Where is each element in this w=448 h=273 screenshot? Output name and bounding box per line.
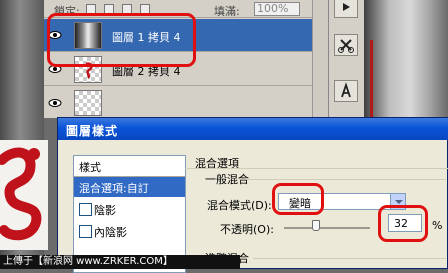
- highlight-ring: [378, 205, 428, 242]
- styles-header-label: 樣式: [79, 161, 101, 174]
- blend-mode-label: 混合模式(D):: [207, 199, 272, 212]
- layers-panel: 鎖定: 填滿: 100% 圖層 1 拷貝 4 圖層 2 拷貝 4: [44, 0, 312, 118]
- group-divider: [185, 168, 448, 169]
- highlight-ring: [47, 13, 196, 67]
- inner-shadow-checkbox[interactable]: [79, 225, 92, 238]
- watermark-footer: 上傳于【新浪网 www.ZRKER.COM】: [0, 255, 240, 269]
- group-divider: [253, 258, 446, 259]
- style-item-inner-shadow[interactable]: 內陰影: [74, 221, 185, 241]
- group-divider: [246, 179, 446, 180]
- fill-label: 填滿:: [214, 5, 240, 18]
- scissors-icon: [338, 39, 354, 53]
- styles-header: 樣式: [74, 156, 185, 176]
- style-item-label: 內陰影: [94, 226, 127, 239]
- style-item-label: 陰影: [94, 204, 116, 217]
- tool-button[interactable]: [334, 34, 358, 56]
- play-icon: [343, 3, 350, 11]
- dialog-title-bar[interactable]: 圖層樣式: [58, 118, 448, 140]
- style-item-drop-shadow[interactable]: 陰影: [74, 199, 185, 219]
- dialog-title: 圖層樣式: [66, 124, 119, 138]
- type-a-icon: [341, 82, 351, 98]
- general-blend-label: 一般混合: [205, 173, 249, 186]
- style-item-blend-options[interactable]: 混合選項:自訂: [74, 177, 185, 197]
- layers-scrollbar[interactable]: [312, 0, 328, 118]
- eye-icon[interactable]: [48, 97, 62, 109]
- layer-row[interactable]: [44, 87, 312, 118]
- opacity-slider-track[interactable]: [284, 227, 370, 229]
- opacity-slider-thumb[interactable]: [312, 220, 320, 231]
- opacity-label: 不透明(O):: [220, 223, 274, 236]
- highlight-ring: [272, 183, 324, 215]
- layer-thumbnail: [74, 90, 102, 116]
- type-tool-button[interactable]: [334, 80, 358, 102]
- layer-style-dialog: 圖層樣式 樣式 混合選項:自訂 陰影 內陰影 混合選項 一般混合 混合模式(D)…: [57, 117, 448, 273]
- opacity-unit: %: [432, 219, 443, 232]
- play-button[interactable]: [334, 0, 358, 18]
- fill-field[interactable]: 100%: [254, 2, 300, 16]
- drop-shadow-checkbox[interactable]: [79, 203, 92, 216]
- style-item-label: 混合選項:自訂: [79, 182, 149, 195]
- canvas-photo-emblem: [0, 140, 48, 250]
